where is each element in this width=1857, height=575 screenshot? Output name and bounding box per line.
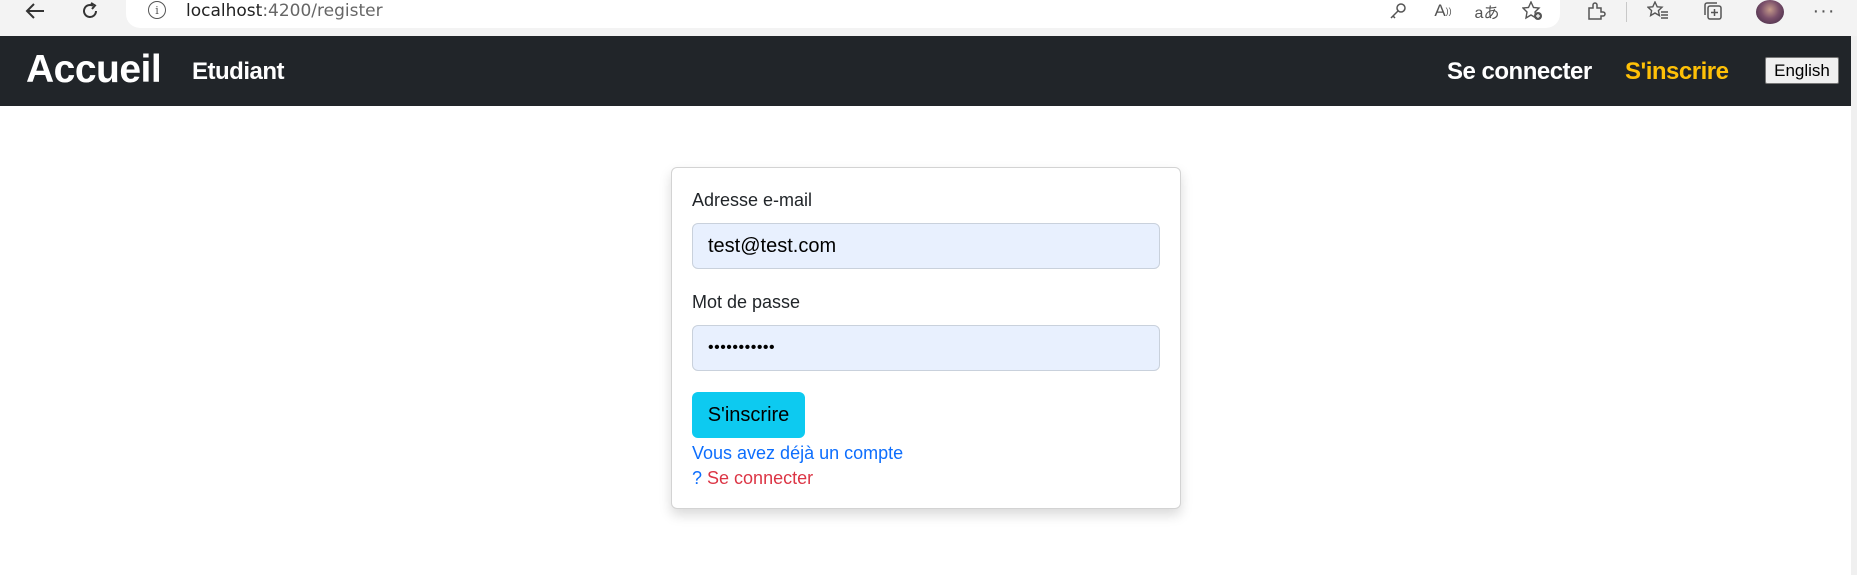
language-button[interactable]: English <box>1765 57 1839 84</box>
url-text[interactable]: localhost:4200/register <box>186 0 383 22</box>
extensions-icon[interactable] <box>1583 0 1609 22</box>
brand-link[interactable]: Accueil <box>26 48 162 92</box>
scrollbar-track[interactable] <box>1851 36 1857 575</box>
back-icon[interactable] <box>20 0 50 22</box>
toolbar-divider <box>1626 2 1627 22</box>
login-link[interactable]: Se connecter <box>707 468 813 488</box>
email-field[interactable]: test@test.com <box>692 223 1160 269</box>
profile-avatar[interactable] <box>1756 0 1784 24</box>
register-button[interactable]: S'inscrire <box>692 392 805 438</box>
info-icon[interactable]: i <box>148 1 166 19</box>
favorites-icon[interactable] <box>1645 0 1671 22</box>
password-label: Mot de passe <box>692 292 801 312</box>
register-card: Adresse e-mail test@test.com Mot de pass… <box>671 167 1181 509</box>
favorite-add-icon[interactable] <box>1520 0 1546 22</box>
login-hint: Vous avez déjà un compte ? Se connecter <box>692 441 903 491</box>
email-label: Adresse e-mail <box>692 190 813 210</box>
nav-link-register[interactable]: S'inscrire <box>1625 58 1729 86</box>
nav-link-login[interactable]: Se connecter <box>1447 58 1592 86</box>
collections-icon[interactable] <box>1700 0 1726 22</box>
translate-icon[interactable]: aあ <box>1474 0 1500 22</box>
nav-link-student[interactable]: Etudiant <box>192 58 285 86</box>
read-aloud-icon[interactable]: A)) <box>1430 0 1456 22</box>
password-field[interactable]: ••••••••••• <box>692 325 1160 371</box>
key-icon[interactable] <box>1385 0 1411 22</box>
have-account-text: Vous avez déjà un compte <box>692 443 904 463</box>
refresh-icon[interactable] <box>75 0 105 22</box>
more-icon[interactable]: ··· <box>1811 0 1837 22</box>
question-mark: ? <box>692 468 703 488</box>
